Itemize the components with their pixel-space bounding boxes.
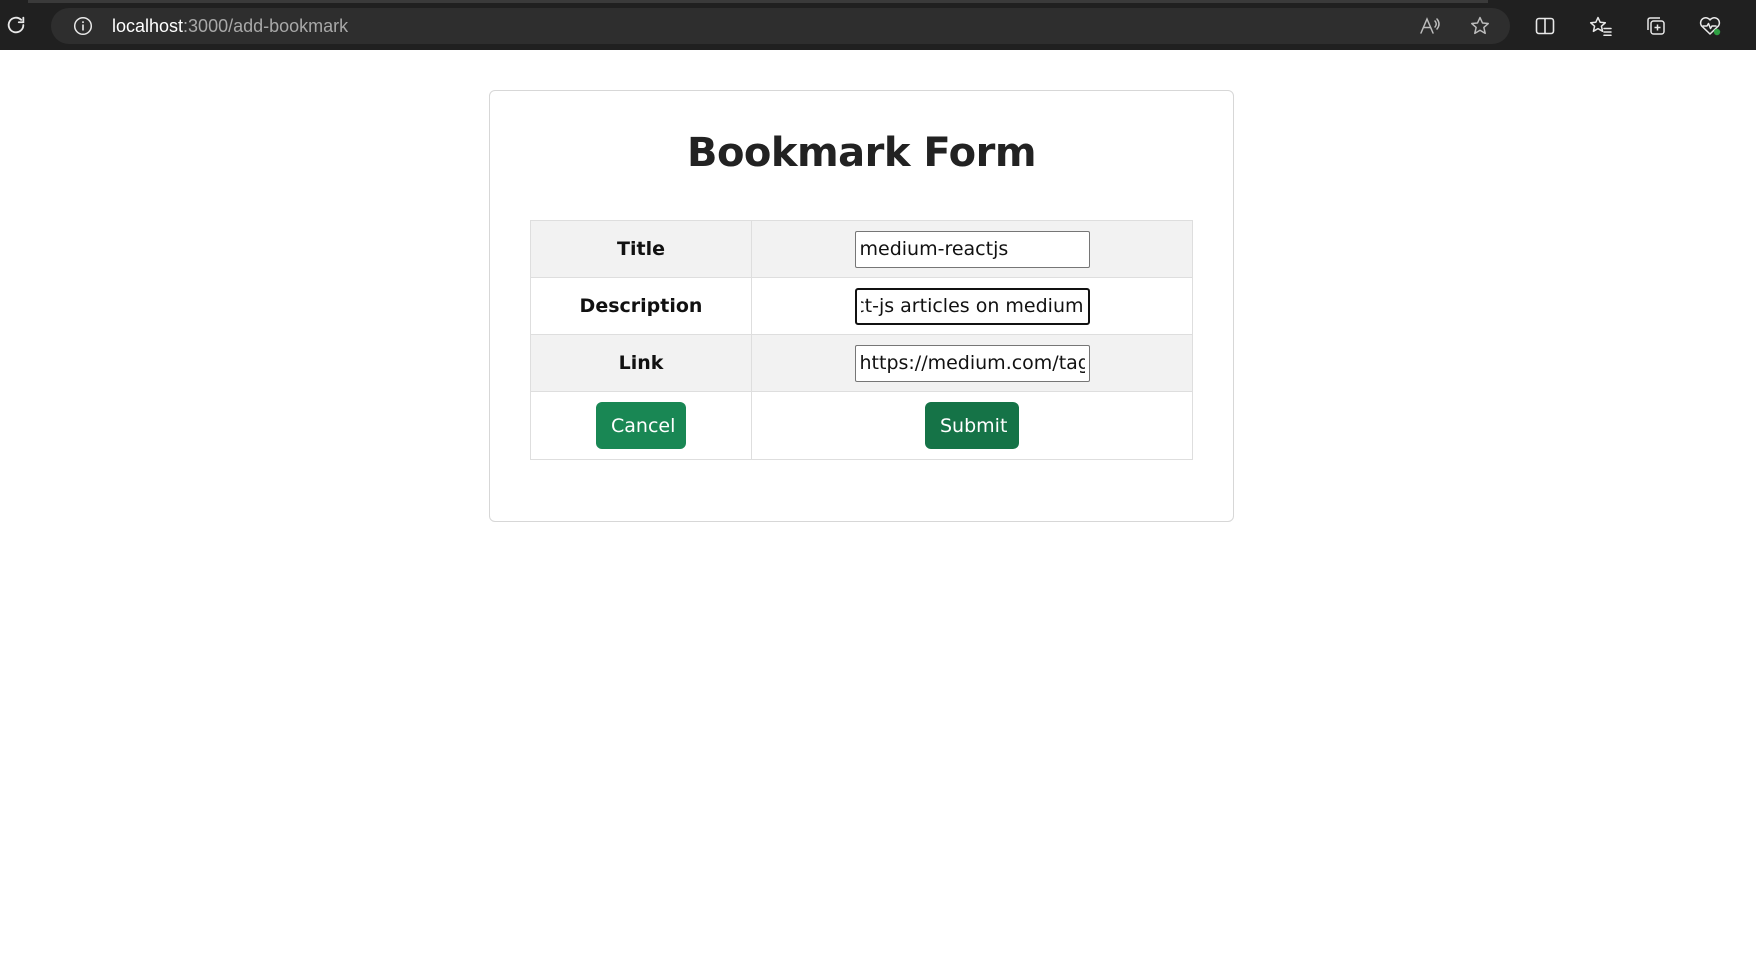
split-screen-icon[interactable]: [1531, 12, 1559, 40]
site-info-icon[interactable]: [73, 16, 93, 36]
url-host: localhost: [112, 16, 184, 36]
form-row-title: Title: [530, 220, 1193, 278]
bookmark-form-table: Title Description Link Cancel Submit: [530, 220, 1193, 460]
address-bar[interactable]: localhost:3000/add-bookmark: [51, 8, 1510, 44]
title-input[interactable]: [854, 230, 1090, 268]
link-input-cell: [751, 334, 1193, 392]
submit-cell: Submit: [751, 391, 1193, 460]
form-row-actions: Cancel Submit: [530, 391, 1193, 460]
submit-button[interactable]: Submit: [925, 402, 1019, 449]
form-row-description: Description: [530, 277, 1193, 335]
page-title: Bookmark Form: [686, 130, 1037, 176]
tab-strip-edge: [28, 0, 1488, 3]
favorites-icon[interactable]: [1587, 12, 1615, 40]
link-label: Link: [530, 334, 752, 392]
url-path: :3000/add-bookmark: [183, 16, 349, 36]
title-label: Title: [530, 220, 752, 278]
favorite-star-icon[interactable]: [1466, 12, 1494, 40]
cancel-button[interactable]: Cancel: [596, 402, 686, 449]
bookmark-form-card: Bookmark Form Title Description Link Can…: [489, 90, 1234, 522]
description-label: Description: [530, 277, 752, 335]
collections-icon[interactable]: [1642, 12, 1670, 40]
link-input[interactable]: [854, 344, 1090, 382]
description-input-cell: [751, 277, 1193, 335]
form-row-link: Link: [530, 334, 1193, 392]
title-input-cell: [751, 220, 1193, 278]
reload-icon[interactable]: [4, 13, 28, 37]
read-aloud-icon[interactable]: [1416, 12, 1444, 40]
browser-toolbar: localhost:3000/add-bookmark: [0, 0, 1756, 50]
browser-essentials-icon[interactable]: [1696, 12, 1724, 40]
url-text[interactable]: localhost:3000/add-bookmark: [112, 8, 348, 44]
cancel-cell: Cancel: [530, 391, 752, 460]
description-input[interactable]: [854, 287, 1090, 325]
